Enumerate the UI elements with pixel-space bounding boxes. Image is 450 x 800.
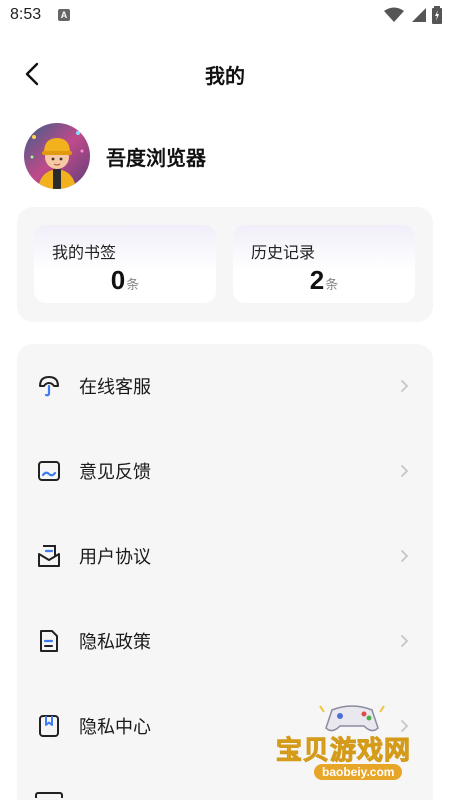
chevron-right-icon xyxy=(401,550,409,562)
privacy-policy-icon xyxy=(35,627,63,655)
signal-icon xyxy=(412,8,426,22)
status-bar: 8:53 A xyxy=(0,0,450,32)
page-title: 我的 xyxy=(205,64,245,88)
menu-item-user-agreement[interactable]: 用户协议 xyxy=(17,526,433,586)
wifi-icon xyxy=(384,7,404,22)
menu-item-partial[interactable] xyxy=(35,792,63,798)
privacy-center-icon xyxy=(35,712,63,740)
battery-icon xyxy=(432,6,442,24)
watermark-url: baobeiy.com xyxy=(314,764,403,780)
stat-number: 2 xyxy=(309,265,325,295)
history-stat[interactable]: 历史记录 2条 xyxy=(233,225,415,303)
top-bar: 我的 xyxy=(0,50,450,96)
menu-item-feedback[interactable]: 意见反馈 xyxy=(17,441,433,501)
stat-value: 0条 xyxy=(34,265,216,296)
menu-item-label: 用户协议 xyxy=(79,547,151,568)
feedback-icon xyxy=(35,457,63,485)
customer-service-icon xyxy=(35,372,63,400)
menu-item-online-service[interactable]: 在线客服 xyxy=(17,356,433,416)
watermark-logo: 宝贝游戏网 baobeiy.com xyxy=(272,700,432,792)
profile-section: 吾度浏览器 xyxy=(24,122,206,190)
stat-value: 2条 xyxy=(233,265,415,296)
stat-label: 我的书签 xyxy=(52,243,117,262)
stat-unit: 条 xyxy=(325,278,339,293)
avatar[interactable] xyxy=(24,123,90,189)
stat-unit: 条 xyxy=(126,278,140,293)
menu-item-label: 隐私中心 xyxy=(79,717,151,738)
profile-name: 吾度浏览器 xyxy=(106,145,206,170)
watermark-text: 宝贝游戏网 xyxy=(275,736,412,767)
chevron-right-icon xyxy=(401,635,409,647)
user-agreement-icon xyxy=(35,542,63,570)
status-icons xyxy=(384,6,442,24)
stat-number: 0 xyxy=(110,265,126,295)
notification-badge-icon: A xyxy=(58,9,70,21)
menu-item-label: 隐私政策 xyxy=(79,632,151,653)
gamepad-icon xyxy=(319,705,385,732)
menu-item-privacy-policy[interactable]: 隐私政策 xyxy=(17,611,433,671)
status-time: 8:53 xyxy=(10,6,42,23)
chevron-right-icon xyxy=(401,465,409,477)
menu-item-label: 在线客服 xyxy=(79,377,151,398)
stats-card: 我的书签 0条 历史记录 2条 xyxy=(17,207,433,322)
stat-label: 历史记录 xyxy=(251,243,316,262)
menu-item-label: 意见反馈 xyxy=(79,462,151,483)
bookmarks-stat[interactable]: 我的书签 0条 xyxy=(34,225,216,303)
avatar-illustration xyxy=(24,123,90,189)
chevron-right-icon xyxy=(401,380,409,392)
